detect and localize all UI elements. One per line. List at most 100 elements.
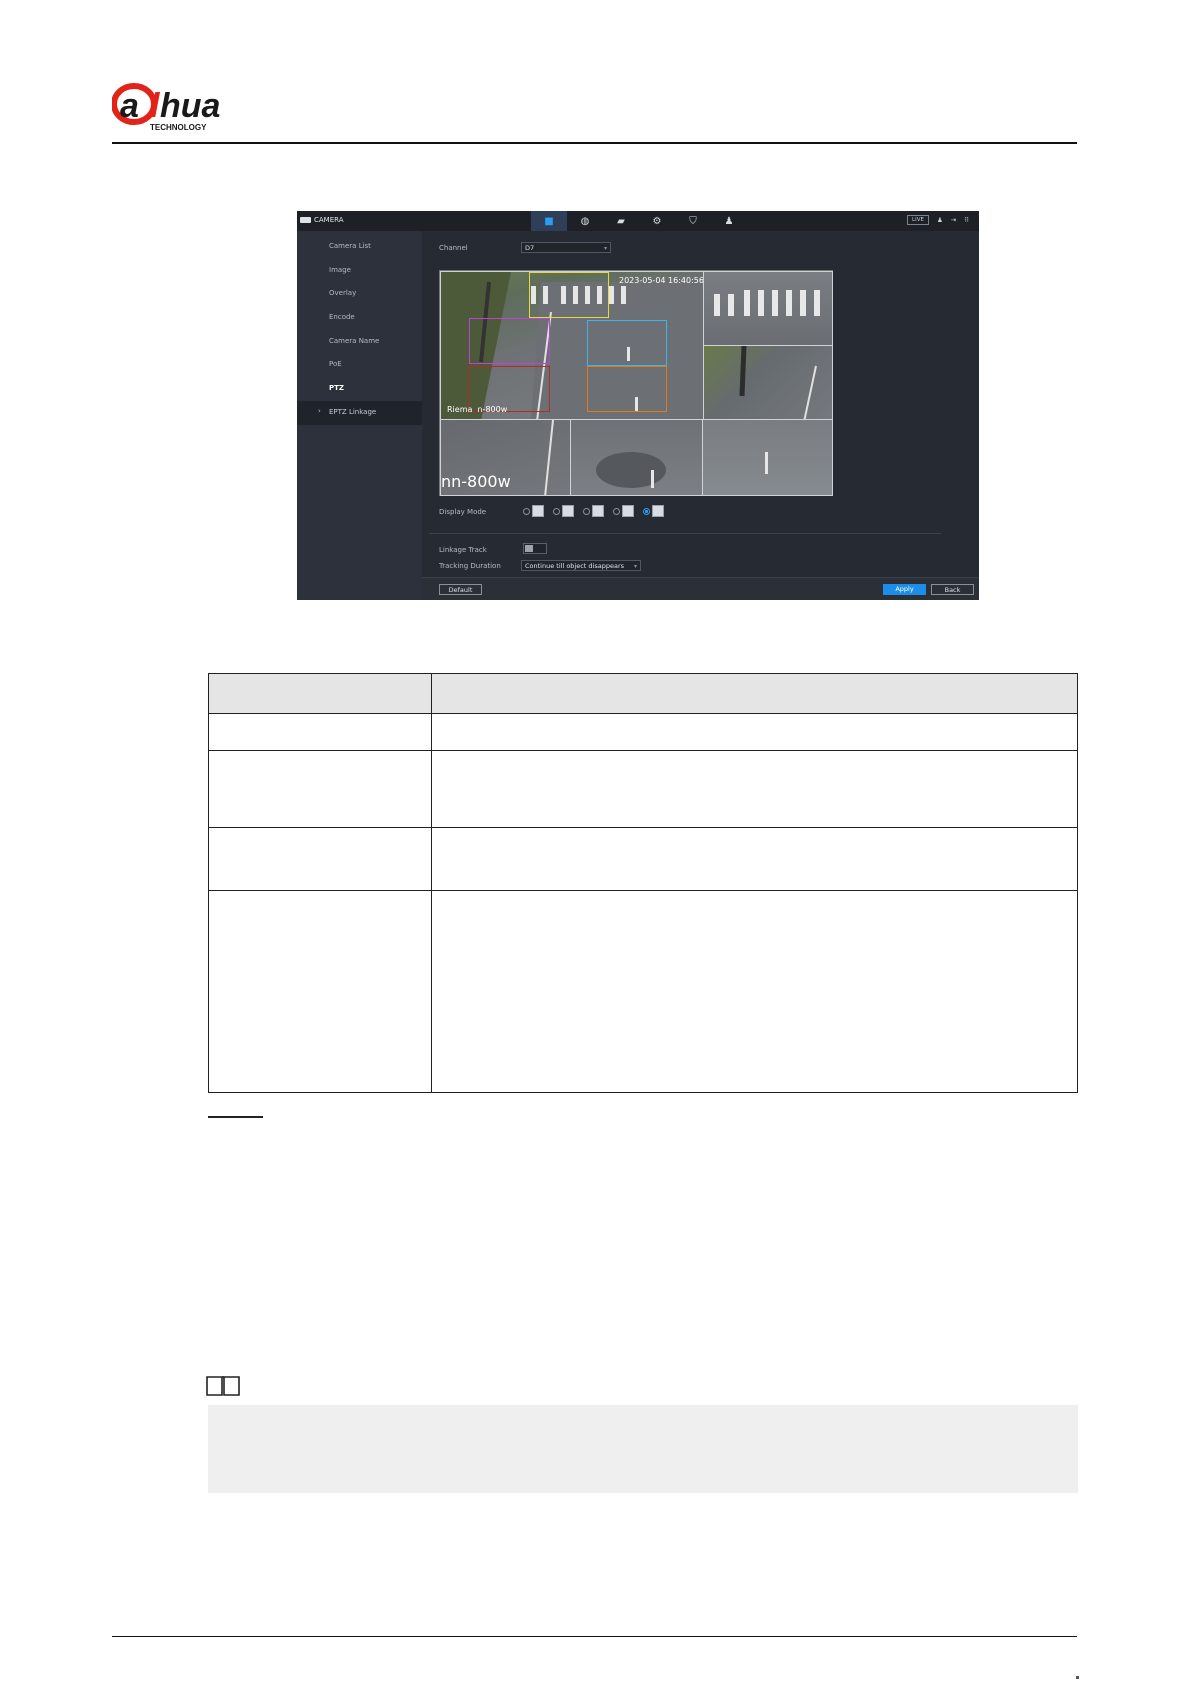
apply-button[interactable]: Apply xyxy=(883,584,926,595)
camera-name-overlay-large: nn-800w xyxy=(441,472,511,491)
table-cell xyxy=(431,750,1078,828)
display-mode-option-2[interactable] xyxy=(553,505,574,517)
svg-text:a: a xyxy=(120,87,139,125)
main-view-cell: 2023-05-04 16:40:56 Riema n-800w xyxy=(440,271,704,420)
layout-icon xyxy=(562,505,574,517)
grid-menu-icon[interactable]: ⠿ xyxy=(964,216,969,224)
top-right-tools: LIVE ♟ ⇥ ⠿ xyxy=(907,215,969,225)
camera-icon[interactable]: ■ xyxy=(531,211,567,231)
table-row xyxy=(208,750,1078,828)
sidebar-item-image[interactable]: Image xyxy=(329,266,351,274)
timestamp-overlay: 2023-05-04 16:40:56 xyxy=(619,276,704,285)
roi-box-magenta xyxy=(469,318,550,364)
layout-icon xyxy=(652,505,664,517)
bottom-bar: Default Apply Back xyxy=(422,577,979,600)
road-scene xyxy=(739,346,817,420)
display-mode-option-5[interactable] xyxy=(643,505,664,517)
storage-icon[interactable]: ▰ xyxy=(603,211,639,231)
table-cell xyxy=(431,713,1078,751)
layout-icon xyxy=(622,505,634,517)
table-cell xyxy=(208,827,432,891)
system-icon[interactable]: ⚙ xyxy=(639,211,675,231)
radio-button[interactable] xyxy=(553,507,560,515)
note-book-icon xyxy=(206,1376,240,1396)
sub-view-cell-5 xyxy=(702,419,833,496)
sidebar-item-camera-name[interactable]: Camera Name xyxy=(329,337,379,345)
table-header-description xyxy=(431,673,1078,714)
network-icon[interactable]: ◍ xyxy=(567,211,603,231)
sub-view-cell-2 xyxy=(703,345,833,421)
display-mode-option-3[interactable] xyxy=(583,505,604,517)
table-cell xyxy=(208,750,432,828)
sidebar-item-eptz-linkage[interactable]: › EPTZ Linkage xyxy=(297,401,422,425)
sidebar-item-encode[interactable]: Encode xyxy=(329,313,355,321)
footer-rule xyxy=(112,1636,1077,1637)
table-row xyxy=(208,713,1078,751)
channel-select[interactable]: D7 ▾ xyxy=(521,242,611,253)
sub-view-cell-4 xyxy=(570,419,703,496)
menu-title: CAMERA xyxy=(300,216,344,224)
divider xyxy=(429,533,941,534)
tracking-duration-value: Continue till object disappears xyxy=(525,562,625,570)
tracking-duration-label: Tracking Duration xyxy=(439,562,501,570)
logout-icon[interactable]: ⇥ xyxy=(951,216,956,224)
radio-button[interactable] xyxy=(613,507,620,515)
sub-view-cell-1 xyxy=(703,271,833,346)
table-cell xyxy=(431,827,1078,891)
sidebar: Camera List Image Overlay Encode Camera … xyxy=(297,231,422,600)
page-mark xyxy=(1076,1676,1079,1679)
main-nav: ■ ◍ ▰ ⚙ ⛉ ♟ xyxy=(531,211,747,231)
step-underline xyxy=(208,1116,263,1118)
video-preview[interactable]: 2023-05-04 16:40:56 Riema n-800w nn-800w xyxy=(439,270,833,496)
chevron-down-icon: ▾ xyxy=(633,563,637,570)
account-icon[interactable]: ♟ xyxy=(711,211,747,231)
parameter-table xyxy=(208,673,1078,1093)
table-cell xyxy=(208,713,432,751)
channel-value: D7 xyxy=(525,244,535,252)
roi-box-orange xyxy=(587,366,667,412)
linkage-track-label: Linkage Track xyxy=(439,546,487,554)
radio-button[interactable] xyxy=(583,507,590,515)
camera-config-screenshot: CAMERA ■ ◍ ▰ ⚙ ⛉ ♟ LIVE ♟ ⇥ ⠿ Camera Lis… xyxy=(297,211,979,600)
user-icon[interactable]: ♟ xyxy=(937,216,943,224)
sidebar-item-ptz[interactable]: PTZ xyxy=(329,384,344,392)
display-mode-option-4[interactable] xyxy=(613,505,634,517)
toggle-knob xyxy=(525,545,533,552)
road-scene xyxy=(765,452,768,474)
camera-icon xyxy=(300,217,311,223)
linkage-track-toggle[interactable] xyxy=(523,543,547,554)
note-box xyxy=(208,1405,1078,1493)
layout-icon xyxy=(592,505,604,517)
sidebar-item-overlay[interactable]: Overlay xyxy=(329,289,356,297)
table-cell xyxy=(208,890,432,1093)
dahua-logo: a l hua TECHNOLOGY xyxy=(112,83,220,132)
header-rule xyxy=(112,142,1077,144)
table-row xyxy=(208,890,1078,1093)
table-cell xyxy=(431,890,1078,1093)
security-icon[interactable]: ⛉ xyxy=(675,211,711,231)
road-scene xyxy=(596,452,666,488)
svg-text:TECHNOLOGY: TECHNOLOGY xyxy=(150,123,207,132)
roi-box-cyan xyxy=(587,320,667,366)
table-header-row xyxy=(208,673,1078,714)
sidebar-item-poe[interactable]: PoE xyxy=(329,360,342,368)
chevron-down-icon: ▾ xyxy=(603,245,607,252)
sidebar-item-camera-list[interactable]: Camera List xyxy=(329,242,371,250)
back-button[interactable]: Back xyxy=(931,584,974,595)
display-mode-options xyxy=(523,505,664,517)
tracking-duration-select[interactable]: Continue till object disappears ▾ xyxy=(521,560,641,571)
display-mode-option-1[interactable] xyxy=(523,505,544,517)
live-button[interactable]: LIVE xyxy=(907,215,929,225)
channel-label: Channel xyxy=(439,244,468,252)
camera-name-overlay: Riema n-800w xyxy=(447,405,508,414)
roi-box-yellow xyxy=(529,272,609,318)
table-header-parameter xyxy=(208,673,432,714)
radio-button[interactable] xyxy=(523,507,530,515)
svg-text:hua: hua xyxy=(160,87,220,125)
radio-button-selected[interactable] xyxy=(643,507,650,515)
road-scene xyxy=(714,290,820,316)
default-button[interactable]: Default xyxy=(439,584,482,595)
table-row xyxy=(208,827,1078,891)
layout-icon xyxy=(532,505,544,517)
chevron-right-icon: › xyxy=(318,407,321,415)
